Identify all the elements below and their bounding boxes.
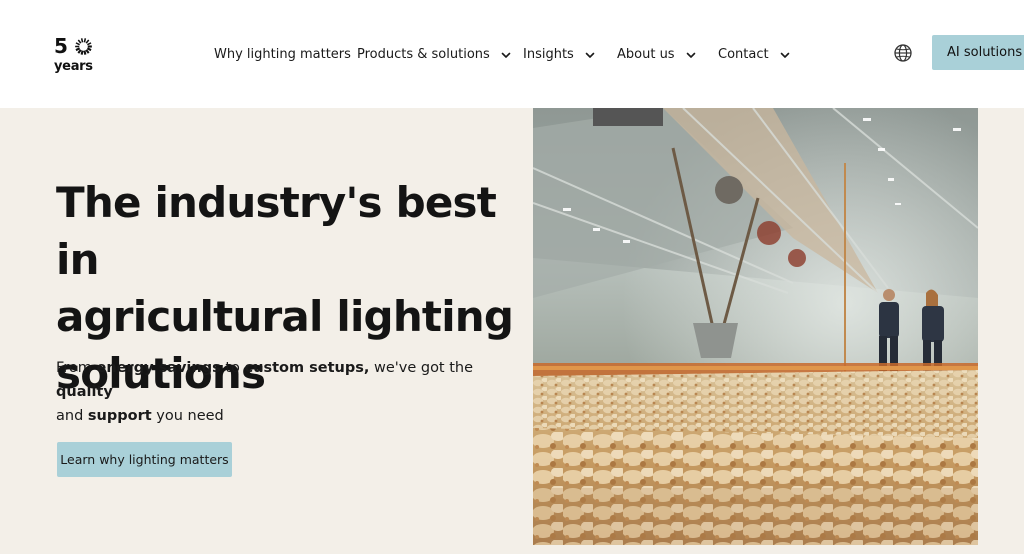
logo-number: 5 <box>54 34 68 58</box>
chevron-down-icon <box>585 52 595 58</box>
subtitle-text: and <box>56 408 88 424</box>
photo-illustration <box>533 108 978 545</box>
hero-title-line: The industry's best in <box>56 178 497 284</box>
ai-solutions-button[interactable]: AI solutions <box>932 35 1024 70</box>
subtitle-emphasis: custom setups, <box>244 360 370 376</box>
sunburst-ring-icon <box>75 38 92 55</box>
subtitle-text: you need <box>151 408 224 424</box>
site-header: 5 years Why lighting matters Products & … <box>0 0 1024 108</box>
nav-insights[interactable]: Insights <box>523 45 596 65</box>
subtitle-emphasis: support <box>87 408 152 424</box>
subtitle-text: we've got the <box>369 360 474 376</box>
hero-title-line: agricultural lighting <box>56 292 514 341</box>
hero-subtitle: From energy savings to custom setups, we… <box>56 356 516 428</box>
nav-about-us[interactable]: About us <box>617 45 697 65</box>
nav-products-solutions[interactable]: Products & solutions <box>357 45 512 65</box>
chevron-down-icon <box>501 52 511 58</box>
globe-icon[interactable] <box>893 43 913 63</box>
learn-why-lighting-matters-button[interactable]: Learn why lighting matters <box>57 442 232 477</box>
nav-label: Products & solutions <box>357 47 490 62</box>
logo[interactable]: 5 years <box>54 36 98 76</box>
poultry-house-photo <box>533 108 978 545</box>
chevron-down-icon <box>686 52 695 58</box>
nav-label: About us <box>617 47 675 62</box>
subtitle-text: to <box>220 360 245 376</box>
chevron-down-icon <box>780 52 789 58</box>
hero-section: The industry's best in agricultural ligh… <box>0 108 1024 554</box>
subtitle-text: From <box>56 360 97 376</box>
subtitle-emphasis: quality <box>56 384 113 400</box>
nav-contact[interactable]: Contact <box>718 45 791 65</box>
nav-label: Contact <box>718 47 769 62</box>
subtitle-emphasis: energy savings <box>96 360 221 376</box>
nav-label: Insights <box>523 47 574 62</box>
nav-why-lighting-matters[interactable]: Why lighting matters <box>214 45 351 65</box>
nav-label: Why lighting matters <box>214 47 351 62</box>
logo-word: years <box>54 59 93 74</box>
